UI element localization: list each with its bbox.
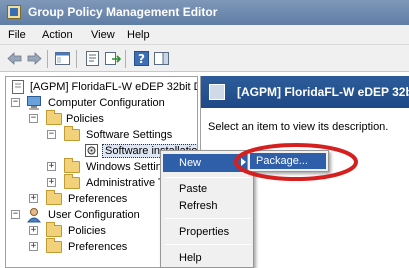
menu-file[interactable]: File — [8, 29, 26, 41]
tree-label: Software Settings — [86, 129, 173, 141]
forward-arrow-icon[interactable] — [26, 50, 43, 67]
menu-item-label: Paste — [179, 183, 208, 195]
title-bar: Group Policy Management Editor — [0, 0, 409, 25]
submenu-package[interactable]: Package... — [250, 153, 326, 169]
context-menu-refresh[interactable]: Refresh — [163, 197, 251, 215]
tree-label: Windows Settin — [86, 161, 162, 173]
show-action-pane-icon[interactable] — [153, 50, 170, 67]
menu-item-label: Help — [179, 252, 202, 264]
menu-item-label: New — [179, 157, 202, 169]
expand-icon[interactable]: + — [47, 178, 56, 187]
context-menu: New Paste Refresh Properties Help — [160, 150, 254, 268]
collapse-icon[interactable]: − — [29, 114, 38, 123]
menu-separator — [165, 218, 251, 219]
folder-icon — [46, 238, 62, 253]
context-menu-properties[interactable]: Properties — [163, 223, 251, 241]
show-hide-tree-icon[interactable] — [54, 50, 71, 67]
software-installation-icon — [85, 144, 98, 157]
expand-icon[interactable]: + — [29, 242, 38, 251]
tree-label: [AGPM] FloridaFL-W eDEP 32bit De — [30, 81, 198, 93]
svg-text:?: ? — [138, 52, 145, 66]
back-arrow-icon[interactable] — [6, 50, 23, 67]
help-icon[interactable]: ? — [133, 50, 150, 67]
menu-help[interactable]: Help — [127, 29, 150, 41]
tree-label: Policies — [68, 225, 106, 237]
tree-label: Administrative T — [86, 177, 165, 189]
export-list-icon[interactable] — [104, 50, 121, 67]
tree-node-root[interactable]: [AGPM] FloridaFL-W eDEP 32bit De — [8, 79, 198, 95]
new-submenu: Package... — [247, 150, 329, 172]
menu-separator — [165, 177, 251, 178]
menu-separator — [165, 244, 251, 245]
tree-label: Policies — [66, 113, 104, 125]
menu-item-label: Refresh — [179, 200, 218, 212]
folder-icon — [64, 174, 80, 189]
menu-view[interactable]: View — [91, 29, 115, 41]
tree-node-computer-configuration[interactable]: − Computer Configuration — [8, 95, 197, 111]
toolbar-separator — [125, 50, 126, 68]
folder-icon — [46, 222, 62, 237]
menu-item-label: Package... — [256, 155, 308, 167]
menu-bar: File Action View Help — [0, 25, 409, 45]
computer-icon — [27, 96, 41, 110]
context-menu-help[interactable]: Help — [163, 249, 251, 267]
tree-node-software-settings[interactable]: − Software Settings — [44, 126, 196, 143]
expand-icon[interactable]: + — [47, 162, 56, 171]
window-title: Group Policy Management Editor — [28, 5, 218, 19]
details-header: [AGPM] FloridaFL-W eDEP 32bit — [201, 76, 409, 108]
gpo-editor-icon — [7, 5, 21, 19]
folder-icon — [46, 110, 62, 125]
gpo-scroll-icon — [12, 80, 24, 94]
details-description: Select an item to view its description. — [208, 121, 389, 133]
tree-label: Preferences — [68, 241, 128, 253]
user-icon — [26, 208, 42, 223]
gpo-scroll-icon — [209, 84, 225, 100]
toolbar-separator — [47, 50, 48, 68]
folder-icon — [64, 126, 80, 141]
folder-icon — [46, 190, 62, 205]
toolbar-separator — [76, 50, 77, 68]
expand-icon[interactable]: + — [29, 226, 38, 235]
tree-label: User Configuration — [48, 209, 140, 221]
details-title: [AGPM] FloridaFL-W eDEP 32bit — [237, 85, 409, 99]
submenu-arrow-icon — [241, 158, 246, 166]
tree-label: Preferences — [68, 193, 128, 205]
menu-action[interactable]: Action — [42, 29, 73, 41]
collapse-icon[interactable]: − — [11, 98, 20, 107]
tree-node-policies[interactable]: − Policies — [26, 110, 196, 127]
collapse-icon[interactable]: − — [47, 130, 56, 139]
folder-icon — [64, 158, 80, 173]
context-menu-new[interactable]: New — [163, 154, 251, 172]
tree-label: Computer Configuration — [48, 97, 165, 109]
menu-item-label: Properties — [179, 226, 230, 238]
toolbar: ? — [0, 45, 409, 72]
properties-icon[interactable] — [84, 50, 101, 67]
collapse-icon[interactable]: − — [11, 210, 20, 219]
expand-icon[interactable]: + — [29, 194, 38, 203]
context-menu-paste[interactable]: Paste — [163, 180, 251, 198]
